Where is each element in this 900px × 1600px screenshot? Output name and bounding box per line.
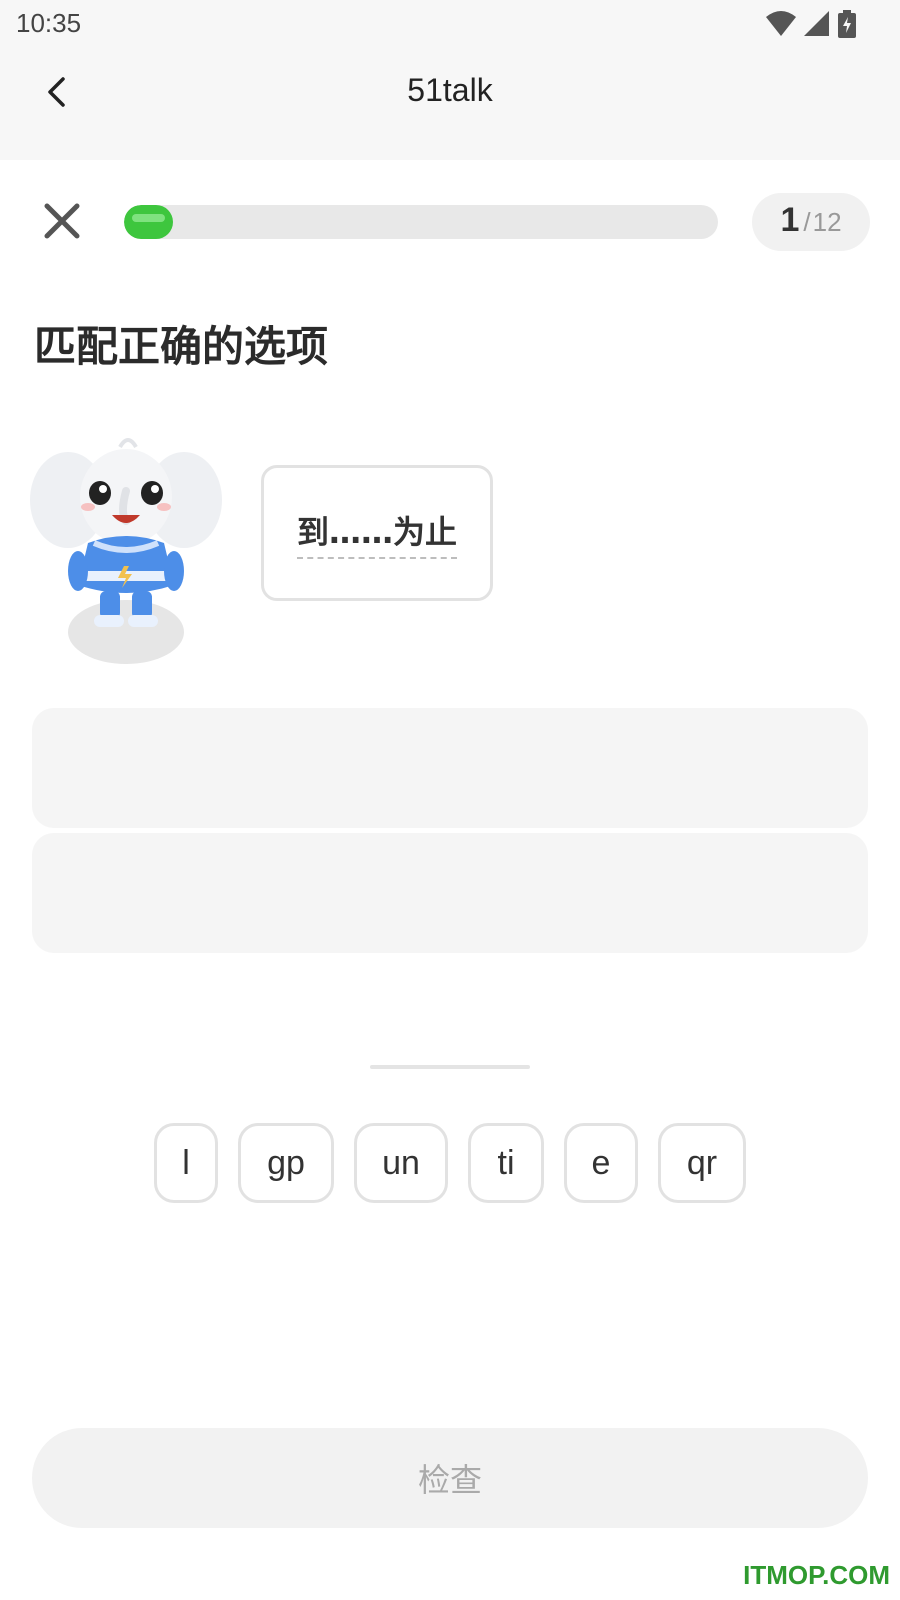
watermark: ITMOP.COM [743,1560,890,1590]
option-chip[interactable]: l [154,1123,218,1203]
word-text: 到……为止 [296,507,457,559]
answer-slot-2[interactable] [32,833,868,953]
prompt-title: 匹配正确的选项 [34,322,329,371]
wifi-icon [766,11,796,36]
option-chips: l gp un ti e qr [0,1123,900,1203]
counter-current: 1 [780,201,800,239]
option-chip[interactable]: un [354,1123,448,1203]
answer-slot-1[interactable] [32,708,868,828]
option-chip[interactable]: gp [238,1123,334,1203]
progress-counter: 1 / 12 [752,193,870,251]
status-bar: 10:35 [0,0,900,50]
counter-total: 12 [812,207,842,237]
progress-bar [124,205,718,239]
counter-separator: / [803,207,811,237]
status-icons [766,10,856,38]
option-chip[interactable]: e [564,1123,638,1203]
signal-icon [804,11,829,36]
divider [370,1065,530,1069]
close-button[interactable] [38,197,86,245]
battery-icon [838,10,856,38]
progress-fill [124,205,173,239]
option-chip[interactable]: qr [658,1123,746,1203]
status-time: 10:35 [16,8,82,38]
close-icon [44,203,80,239]
option-chip[interactable]: ti [468,1123,544,1203]
app-bar: 51talk [0,50,900,160]
check-button[interactable]: 检查 [32,1428,868,1528]
word-card[interactable]: 到……为止 [261,465,493,601]
app-title: 51talk [407,72,493,108]
elephant-mascot [30,438,222,664]
